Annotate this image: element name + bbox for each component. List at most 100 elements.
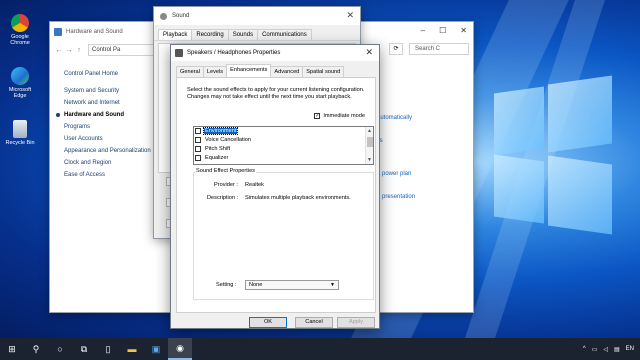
close-icon[interactable]: ✕ (460, 26, 467, 35)
desktop-icon-chrome[interactable]: Google Chrome (4, 14, 36, 46)
list-item[interactable]: Voice Cancellation (194, 136, 373, 145)
enhancements-panel: Select the sound effects to apply for yo… (176, 77, 376, 313)
checkbox[interactable] (195, 145, 201, 152)
apply-button[interactable]: Apply (337, 317, 375, 328)
cp-right-link[interactable]: ices (372, 138, 472, 144)
control-panel-nav: Control Panel Home System and Security N… (56, 68, 154, 181)
windows-logo-pane (494, 86, 544, 156)
effect-label: Pitch Shift (205, 145, 231, 152)
speaker-icon (160, 12, 167, 20)
network-icon[interactable]: ▭ (592, 346, 598, 353)
tab-spatial-sound[interactable]: Spatial sound (302, 66, 345, 77)
volume-icon[interactable]: ◁ (603, 346, 608, 353)
scroll-down-icon[interactable]: ▼ (366, 156, 373, 164)
close-icon[interactable]: ✕ (346, 10, 354, 21)
cp-right-link[interactable]: e a power plan (372, 171, 472, 177)
language-indicator[interactable]: EN (626, 346, 634, 352)
address-text: Control Pa (92, 47, 121, 53)
tab-playback[interactable]: Playback (158, 29, 193, 40)
scroll-up-icon[interactable]: ▲ (366, 127, 373, 135)
search-icon[interactable]: ⚲ (24, 338, 48, 360)
nav-link-ease-of-access[interactable]: Ease of Access (64, 169, 154, 181)
cp-right-link[interactable]: er (372, 82, 472, 88)
tab-communications[interactable]: Communications (257, 29, 312, 40)
immediate-mode-checkbox[interactable]: ✓ Immediate mode (314, 113, 365, 119)
enhancements-description: Select the sound effects to apply for yo… (187, 87, 365, 100)
dialog-title: Speakers / Headphones Properties (187, 50, 281, 56)
provider-label: Provider : (214, 182, 238, 188)
setting-select[interactable]: None ▼ (245, 280, 339, 290)
refresh-icon[interactable]: ⟳ (389, 43, 403, 55)
file-explorer-icon[interactable]: ▬ (120, 338, 144, 360)
checkbox-label: Immediate mode (323, 113, 365, 119)
ok-button[interactable]: OK (249, 317, 287, 328)
list-item[interactable]: Environment (194, 127, 373, 136)
cp-right-link[interactable]: e automatically (372, 115, 472, 121)
tab-recording[interactable]: Recording (191, 29, 229, 40)
setting-label: Setting : (216, 282, 237, 288)
task-view-icon[interactable]: ⧉ (72, 338, 96, 360)
desktop: Google Chrome Microsoft Edge Recycle Bin… (0, 0, 640, 338)
description-label: Description : (207, 195, 239, 201)
battery-icon[interactable]: ▤ (614, 346, 620, 353)
chevron-up-icon[interactable]: ^ (583, 346, 586, 352)
group-label: Sound Effect Properties (195, 168, 256, 174)
checkbox[interactable]: ✓ (314, 113, 321, 119)
effects-list[interactable]: Environment Voice Cancellation Pitch Shi… (193, 126, 374, 165)
windows-logo-pane (494, 154, 544, 224)
cortana-icon[interactable]: ○ (48, 338, 72, 360)
cp-right-link[interactable]: g a presentation (372, 194, 472, 200)
window-title: Hardware and Sound (66, 29, 123, 35)
taskbar: ⊞ ⚲ ○ ⧉ ▯ ▬ ▣ ◉ ^ ▭ ◁ ▤ EN (0, 338, 640, 360)
tab-sounds[interactable]: Sounds (227, 29, 259, 40)
list-item[interactable]: Pitch Shift (194, 145, 373, 154)
cancel-button[interactable]: Cancel (295, 317, 333, 328)
window-controls: – ☐ ✕ (421, 26, 467, 35)
tab-advanced[interactable]: Advanced (270, 66, 304, 77)
up-icon[interactable]: ↑ (74, 47, 84, 54)
list-item[interactable]: Equalizer (194, 153, 373, 162)
recycle-bin-icon (13, 120, 27, 138)
system-tray: ^ ▭ ◁ ▤ EN (583, 338, 634, 360)
tab-enhancements[interactable]: Enhancements (226, 64, 272, 77)
tab-general[interactable]: General (176, 66, 204, 77)
nav-link-system-security[interactable]: System and Security (64, 85, 154, 97)
tab-levels[interactable]: Levels (202, 66, 228, 77)
nav-link-network[interactable]: Network and Internet (64, 97, 154, 109)
nav-link-programs[interactable]: Programs (64, 121, 154, 133)
properties-tabs: General Levels Enhancements Advanced Spa… (176, 64, 345, 77)
provider-value: Realtek (245, 182, 264, 188)
checkbox[interactable] (195, 137, 201, 144)
search-input[interactable]: Search C (409, 43, 469, 55)
speaker-icon (175, 49, 183, 57)
file-icon[interactable]: ▯ (96, 338, 120, 360)
back-icon[interactable]: ← (54, 47, 64, 54)
desktop-icon-edge[interactable]: Microsoft Edge (4, 67, 36, 99)
checkbox[interactable] (195, 128, 201, 135)
title-bar: Speakers / Headphones Properties ✕ (171, 45, 379, 61)
sound-taskbar-icon[interactable]: ◉ (168, 338, 192, 360)
desktop-icon-label: Microsoft Edge (8, 87, 32, 99)
windows-logo-pane (548, 155, 612, 235)
nav-link-appearance[interactable]: Appearance and Personalization (64, 147, 154, 155)
nav-link-clock-region[interactable]: Clock and Region (64, 157, 154, 169)
list-scrollbar[interactable]: ▲ ▼ (365, 127, 373, 164)
close-icon[interactable]: ✕ (365, 47, 373, 58)
desktop-icon-recycle-bin[interactable]: Recycle Bin (4, 120, 36, 146)
edge-icon (11, 67, 29, 85)
nav-link-hardware-sound[interactable]: Hardware and Sound (56, 109, 154, 121)
nav-link-home[interactable]: Control Panel Home (64, 68, 154, 80)
nav-link-user-accounts[interactable]: User Accounts (64, 133, 154, 145)
windows-logo-pane (548, 75, 612, 153)
maximize-icon[interactable]: ☐ (439, 26, 446, 35)
desktop-icon-label: Google Chrome (10, 34, 30, 46)
checkbox[interactable] (195, 154, 201, 161)
scroll-thumb[interactable] (367, 137, 373, 147)
effect-label: Equalizer (205, 154, 229, 161)
control-panel-taskbar-icon[interactable]: ▣ (144, 338, 168, 360)
effect-label: Environment (202, 127, 239, 136)
start-windows-icon[interactable]: ⊞ (0, 338, 24, 360)
forward-icon[interactable]: → (64, 47, 74, 54)
minimize-icon[interactable]: – (421, 26, 425, 35)
window-title: Sound (172, 13, 190, 19)
